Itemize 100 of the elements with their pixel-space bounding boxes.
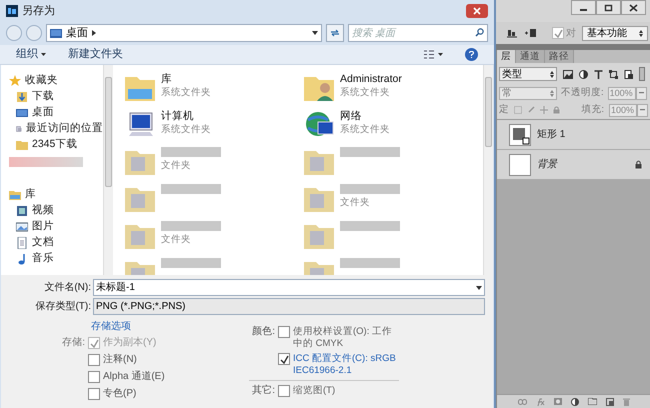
scrollbar[interactable] bbox=[483, 65, 493, 275]
sidebar-item[interactable]: 下载 bbox=[9, 89, 103, 105]
trash-icon bbox=[622, 398, 630, 406]
blurred-name bbox=[161, 184, 221, 194]
close-button[interactable] bbox=[466, 4, 488, 18]
opacity-label: 不透明度: bbox=[561, 86, 604, 100]
workspace-dropdown[interactable]: 基本功能 bbox=[582, 26, 648, 40]
view-options-button[interactable] bbox=[424, 50, 443, 59]
close-button[interactable] bbox=[621, 0, 646, 15]
lock-label: 定 bbox=[499, 102, 509, 117]
smart-object-icon bbox=[624, 70, 633, 78]
maximize-button[interactable] bbox=[596, 0, 621, 15]
dropdown-button[interactable] bbox=[637, 104, 648, 116]
refresh-icon bbox=[330, 29, 340, 37]
spinner-arrows-icon bbox=[639, 30, 643, 36]
sidebar-item[interactable]: 图片 bbox=[9, 219, 103, 235]
close-icon bbox=[629, 4, 638, 12]
shape-thumbnail-icon bbox=[509, 124, 531, 146]
check-icon bbox=[280, 354, 288, 364]
sidebar-item[interactable]: 2345下载 bbox=[9, 137, 103, 153]
checkbox-label: ICC 配置文件(C): sRGB IEC61966-2.1 bbox=[293, 353, 397, 377]
dropdown-arrow-icon bbox=[312, 31, 318, 35]
layer-row[interactable]: 背景 bbox=[497, 150, 650, 180]
dropdown-button[interactable] bbox=[636, 86, 647, 100]
option-label: 颜色: bbox=[251, 326, 275, 338]
transform-icon bbox=[609, 70, 618, 78]
new-folder-button[interactable]: 新建文件夹 bbox=[68, 46, 123, 63]
close-icon bbox=[473, 7, 481, 15]
globe-computer-icon bbox=[304, 110, 334, 138]
dash-icon bbox=[638, 92, 644, 94]
checkbox[interactable] bbox=[278, 385, 290, 397]
file-type-dropdown[interactable]: PNG (*.PNG;*.PNS) bbox=[93, 298, 485, 315]
file-name: 网络 bbox=[340, 110, 363, 123]
checkbox[interactable] bbox=[88, 371, 100, 383]
refresh-button[interactable] bbox=[326, 24, 344, 42]
file-name: Administrator bbox=[340, 73, 402, 86]
checkbox[interactable] bbox=[278, 353, 290, 365]
brush-icon bbox=[527, 106, 535, 114]
file-type: 系统文件夹 bbox=[340, 123, 390, 136]
blurred-name bbox=[340, 258, 400, 268]
fx-icon bbox=[536, 398, 544, 406]
check-icon bbox=[554, 28, 562, 38]
sidebar-item[interactable]: 最近访问的位置 bbox=[9, 121, 103, 137]
option-label: 其它: bbox=[251, 385, 275, 397]
field-label: 文件名(N): bbox=[43, 280, 91, 295]
organize-button[interactable]: 组织 bbox=[16, 46, 46, 63]
panel-tab[interactable]: 层 bbox=[497, 50, 516, 63]
save-options-link[interactable]: 存储选项 bbox=[91, 320, 131, 333]
file-type: 文件夹 bbox=[161, 233, 192, 246]
checkbox[interactable] bbox=[552, 27, 564, 39]
lock-icon bbox=[553, 106, 560, 114]
blurred-name bbox=[340, 147, 400, 157]
lock-pixels-icon bbox=[514, 106, 522, 114]
sidebar-item[interactable]: 文档 bbox=[9, 235, 103, 251]
checkbox-label: 使用校样设置(O): 工作中的 CMYK bbox=[293, 326, 393, 350]
fill-label: 填充: bbox=[581, 102, 604, 117]
blank-thumbnail-icon bbox=[509, 154, 531, 176]
link-icon bbox=[518, 398, 526, 404]
file-name-field[interactable]: 未标题-1 bbox=[93, 279, 485, 296]
checkbox[interactable] bbox=[88, 354, 100, 366]
chevron-icon bbox=[92, 30, 96, 36]
download-icon bbox=[16, 91, 28, 103]
file-type: 文件夹 bbox=[340, 196, 371, 209]
checkbox-label: 专色(P) bbox=[103, 387, 136, 401]
search-icon bbox=[475, 28, 484, 37]
back-button[interactable] bbox=[6, 25, 22, 41]
blurred-name bbox=[340, 221, 400, 231]
move-icon bbox=[540, 106, 548, 114]
image-filter-icon bbox=[563, 70, 573, 78]
panel-tab[interactable]: 通道 bbox=[516, 50, 545, 63]
scrollbar[interactable] bbox=[103, 65, 113, 275]
address-bar[interactable]: 桌面 bbox=[46, 24, 322, 42]
filter-dropdown[interactable]: 类型 bbox=[499, 67, 557, 81]
document-icon bbox=[16, 237, 28, 249]
mask-icon bbox=[554, 398, 562, 405]
distribute-icon bbox=[524, 27, 538, 39]
checkbox-label: 缩览图(T) bbox=[293, 385, 336, 397]
checkbox-label: 注释(N) bbox=[103, 353, 137, 367]
spinner-arrows-icon bbox=[550, 90, 554, 96]
panel-tab[interactable]: 路径 bbox=[545, 50, 574, 63]
spinner-arrows-icon bbox=[550, 70, 554, 78]
blurred-name bbox=[340, 184, 400, 194]
help-button[interactable] bbox=[465, 48, 478, 61]
sidebar-item[interactable]: 桌面 bbox=[9, 105, 103, 121]
search-field[interactable]: 搜索 桌面 bbox=[348, 24, 488, 42]
checkbox[interactable] bbox=[278, 326, 290, 338]
sidebar-item[interactable]: 收藏夹 bbox=[9, 73, 103, 89]
dropdown-arrow-icon bbox=[476, 286, 482, 290]
blend-mode-dropdown[interactable]: 常 bbox=[499, 86, 557, 100]
sidebar-item[interactable]: 视频 bbox=[9, 203, 103, 219]
forward-button[interactable] bbox=[26, 25, 42, 41]
layer-row[interactable]: 矩形 1 bbox=[497, 120, 650, 150]
sidebar-item[interactable]: 音乐 bbox=[9, 251, 103, 267]
view-icon bbox=[424, 50, 434, 59]
check-icon bbox=[90, 338, 98, 348]
window-title: 另存为 bbox=[22, 4, 55, 19]
minimize-button[interactable] bbox=[571, 0, 596, 15]
checkbox[interactable] bbox=[88, 388, 100, 400]
sidebar-item[interactable]: 库 bbox=[9, 187, 103, 203]
file-type: 系统文件夹 bbox=[161, 86, 211, 99]
